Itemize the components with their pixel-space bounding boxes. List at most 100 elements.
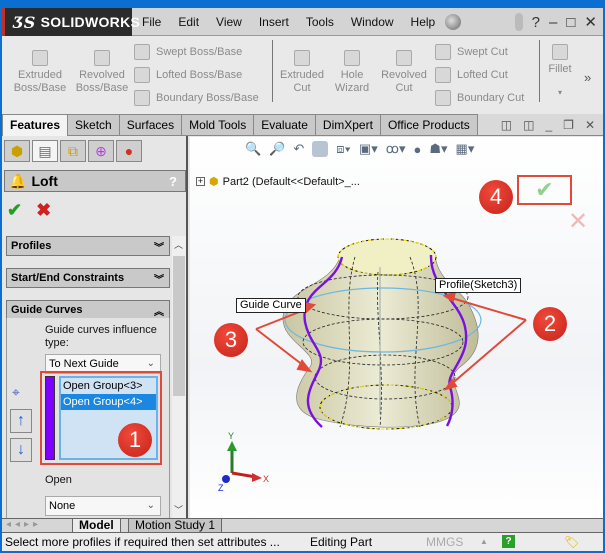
section-profiles-label: Profiles [11, 240, 52, 252]
boundary-boss-icon [134, 90, 150, 106]
tag-icon[interactable]: 🏷 [564, 533, 579, 551]
tab-dimxpert[interactable]: DimXpert [314, 114, 381, 135]
scroll-up-icon[interactable]: ︿ [174, 238, 183, 251]
tab-evaluate[interactable]: Evaluate [253, 114, 316, 135]
configuration-manager-tab[interactable]: ⧉ [60, 140, 86, 162]
boundary-cut-button[interactable]: Boundary Cut [435, 90, 524, 106]
tab-motion-study-1[interactable]: Motion Study 1 [128, 519, 223, 533]
axis-x-label: X [263, 474, 269, 484]
boundary-boss-button[interactable]: Boundary Boss/Base [134, 90, 259, 106]
ok-button[interactable]: ✔ [7, 200, 22, 221]
revolved-cut-button[interactable]: Revolved Cut [377, 50, 431, 95]
solidworks-window: ƷS SOLIDWORKS File Edit View Insert Tools… [2, 8, 603, 551]
guide-influence-label: Guide curves influence type: [45, 324, 157, 349]
guide-curve-callout[interactable]: Guide Curve [236, 298, 306, 313]
graphics-viewport[interactable]: 🔍 🔎 ↶ ⧈▾ ▣▾ ꝏ▾ ● ☗▾ ▦▾ + ⬢ Part2 (Defaul… [190, 137, 603, 518]
tab-scroll-arrows-icon[interactable]: ◂◂▸▸ [6, 519, 42, 530]
menu-view[interactable]: View [216, 15, 242, 29]
panel-scrollbar[interactable]: ︿ ﹀ [172, 236, 186, 518]
swept-boss-button[interactable]: Swept Boss/Base [134, 44, 242, 60]
doc-restore-button[interactable]: ❐ [563, 118, 574, 132]
extruded-cut-button[interactable]: Extruded Cut [274, 50, 330, 95]
quick-tips-icon[interactable]: ? [502, 535, 515, 548]
open-select[interactable]: None ⌄ [45, 496, 161, 516]
open-label: Open [45, 474, 72, 486]
step-badge-2: 2 [533, 307, 567, 341]
doc-minimize-button[interactable]: _ [545, 118, 552, 132]
expand-chevron-icon: ︾ [154, 274, 164, 286]
help-button[interactable]: ? [532, 14, 540, 31]
tab-office-products[interactable]: Office Products [379, 114, 478, 135]
fillet-dropdown-icon[interactable]: ▾ [542, 86, 578, 99]
tab-sketch[interactable]: Sketch [67, 114, 120, 135]
extruded-boss-button[interactable]: Extruded Boss/Base [10, 50, 70, 95]
help-icon[interactable]: ? [169, 174, 177, 189]
menu-window[interactable]: Window [351, 15, 394, 29]
list-item-selected[interactable]: Open Group<4> [61, 394, 156, 410]
section-start-end-constraints[interactable]: Start/End Constraints ︾ [6, 268, 170, 288]
divider [272, 40, 273, 102]
tab-surfaces[interactable]: Surfaces [118, 114, 183, 135]
doc-close-button[interactable]: ✕ [585, 118, 595, 132]
traffic-light-icon[interactable] [514, 13, 523, 31]
display-manager-tab[interactable]: ● [116, 140, 142, 162]
pin-icon[interactable] [445, 14, 461, 30]
units-caret-icon[interactable]: ▲ [480, 533, 488, 551]
profile-callout[interactable]: Profile(Sketch3) [435, 278, 522, 293]
guide-influence-value: To Next Guide [49, 358, 119, 370]
boundary-boss-label: Boundary Boss/Base [156, 92, 259, 104]
solidworks-logo[interactable]: ƷS SOLIDWORKS [2, 8, 140, 36]
swept-cut-button[interactable]: Swept Cut [435, 44, 508, 60]
menu-edit[interactable]: Edit [178, 15, 199, 29]
command-manager: Extruded Boss/Base Revolved Boss/Base Sw… [2, 36, 603, 114]
lofted-boss-label: Lofted Boss/Base [156, 69, 243, 81]
restore-button[interactable]: □ [566, 14, 575, 31]
lofted-boss-button[interactable]: Lofted Boss/Base [134, 67, 242, 83]
swept-cut-label: Swept Cut [457, 46, 508, 58]
lofted-cut-button[interactable]: Lofted Cut [435, 67, 508, 83]
document-controls: ◫ ◫ _ ❐ ✕ [501, 118, 595, 132]
tab-features[interactable]: Features [2, 114, 69, 136]
cancel-button[interactable]: ✖ [36, 200, 51, 221]
tab-mold-tools[interactable]: Mold Tools [181, 114, 255, 135]
extruded-boss-label: Extruded Boss/Base [13, 69, 67, 94]
section-guide-curves-label: Guide Curves [11, 304, 83, 316]
scroll-down-icon[interactable]: ﹀ [174, 503, 183, 516]
menu-insert[interactable]: Insert [259, 15, 289, 29]
hole-wizard-label: Hole Wizard [334, 69, 370, 94]
revolved-boss-button[interactable]: Revolved Boss/Base [72, 50, 132, 95]
lofted-cut-label: Lofted Cut [457, 69, 508, 81]
close-button[interactable]: ✕ [584, 13, 597, 31]
property-manager-panel: ⬢ ▤ ⧉ ⊕ ● 🔔 Loft ? ✔ ✖ Profiles ︾ Start/… [2, 136, 188, 518]
move-down-button[interactable]: ↓ [10, 438, 32, 462]
menu-file[interactable]: File [142, 15, 161, 29]
section-guide-curves[interactable]: Guide Curves ︽ [6, 300, 170, 320]
menu-tools[interactable]: Tools [306, 15, 334, 29]
panel-tabs: ⬢ ▤ ⧉ ⊕ ● [2, 140, 142, 162]
configuration-icon: ⧉ [68, 142, 78, 159]
menu-help[interactable]: Help [411, 15, 436, 29]
list-item[interactable]: Open Group<3> [61, 378, 156, 394]
revolved-boss-label: Revolved Boss/Base [75, 69, 129, 94]
section-constraints-label: Start/End Constraints [11, 272, 125, 284]
title-bar: ƷS SOLIDWORKS File Edit View Insert Tools… [2, 8, 603, 36]
minimize-button[interactable]: – [549, 14, 557, 31]
tab-model[interactable]: Model [72, 519, 121, 533]
swept-cut-icon [435, 44, 451, 60]
tile-left-icon[interactable]: ◫ [501, 118, 512, 132]
feature-tree-icon: ⬢ [10, 142, 24, 159]
more-commands-button[interactable]: » [584, 70, 591, 85]
display-manager-icon: ● [124, 143, 134, 159]
hole-wizard-button[interactable]: Hole Wizard [329, 50, 375, 95]
scrollbar-thumb[interactable] [173, 256, 185, 396]
tile-right-icon[interactable]: ◫ [523, 118, 534, 132]
feature-tree-tab[interactable]: ⬢ [4, 140, 30, 162]
axis-z-label: Z [218, 483, 224, 493]
guide-curve-sketch-icon: ⌖ [12, 384, 20, 400]
dimxpert-manager-tab[interactable]: ⊕ [88, 140, 114, 162]
fillet-button[interactable]: Fillet ▾ [542, 44, 578, 99]
property-manager-tab[interactable]: ▤ [32, 140, 58, 162]
units-selector[interactable]: MMGS [426, 533, 463, 551]
move-up-button[interactable]: ↑ [10, 409, 32, 433]
section-profiles[interactable]: Profiles ︾ [6, 236, 170, 256]
